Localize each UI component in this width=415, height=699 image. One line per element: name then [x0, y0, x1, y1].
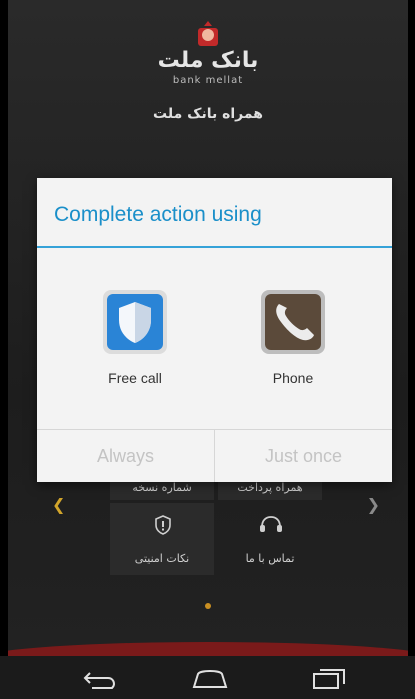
option-phone[interactable]: Phone	[223, 288, 363, 386]
free-call-shield-icon	[103, 290, 167, 354]
menu-tile-contact[interactable]: تماس با ما	[218, 503, 322, 575]
option-label: Free call	[108, 370, 162, 386]
bank-mellat-logo-icon	[198, 21, 218, 46]
option-free-call[interactable]: Free call	[65, 288, 205, 386]
recent-apps-icon[interactable]	[308, 666, 348, 690]
menu-tile-label: نکات امنیتی	[134, 552, 190, 565]
home-icon[interactable]	[190, 666, 230, 690]
bottom-red-bar	[8, 642, 408, 656]
app-subtitle: همراه بانک ملت	[153, 106, 263, 122]
menu-tile-security[interactable]: نکات امنیتی	[110, 503, 214, 575]
menu-tile-label: شماره نسخه	[132, 481, 192, 494]
phone-app-icon	[261, 290, 325, 354]
chooser-dialog: Complete action using Free call Phone Al…	[37, 178, 392, 482]
brand-name-persian: بانک ملت	[157, 48, 259, 73]
support-icon	[260, 516, 282, 532]
menu-tile-label: همراه پرداخت	[237, 481, 303, 494]
brand-name-english: bank mellat	[172, 75, 244, 86]
page-indicator-dot	[205, 603, 211, 609]
dialog-button-bar: Always Just once	[37, 429, 392, 482]
just-once-button[interactable]: Just once	[215, 430, 392, 482]
system-navigation-bar	[0, 656, 415, 699]
always-button[interactable]: Always	[37, 430, 215, 482]
menu-tile-label: تماس با ما	[245, 552, 295, 565]
chevron-right-icon[interactable]: ❯	[367, 495, 380, 514]
device-frame: بانک ملت bank mellat همراه بانک ملت شمار…	[0, 0, 415, 699]
dialog-divider	[37, 246, 392, 248]
option-label: Phone	[272, 370, 314, 386]
chevron-left-icon[interactable]: ❮	[52, 495, 65, 514]
dialog-title: Complete action using	[54, 203, 262, 226]
back-icon[interactable]	[78, 666, 118, 690]
shield-icon	[155, 515, 171, 535]
